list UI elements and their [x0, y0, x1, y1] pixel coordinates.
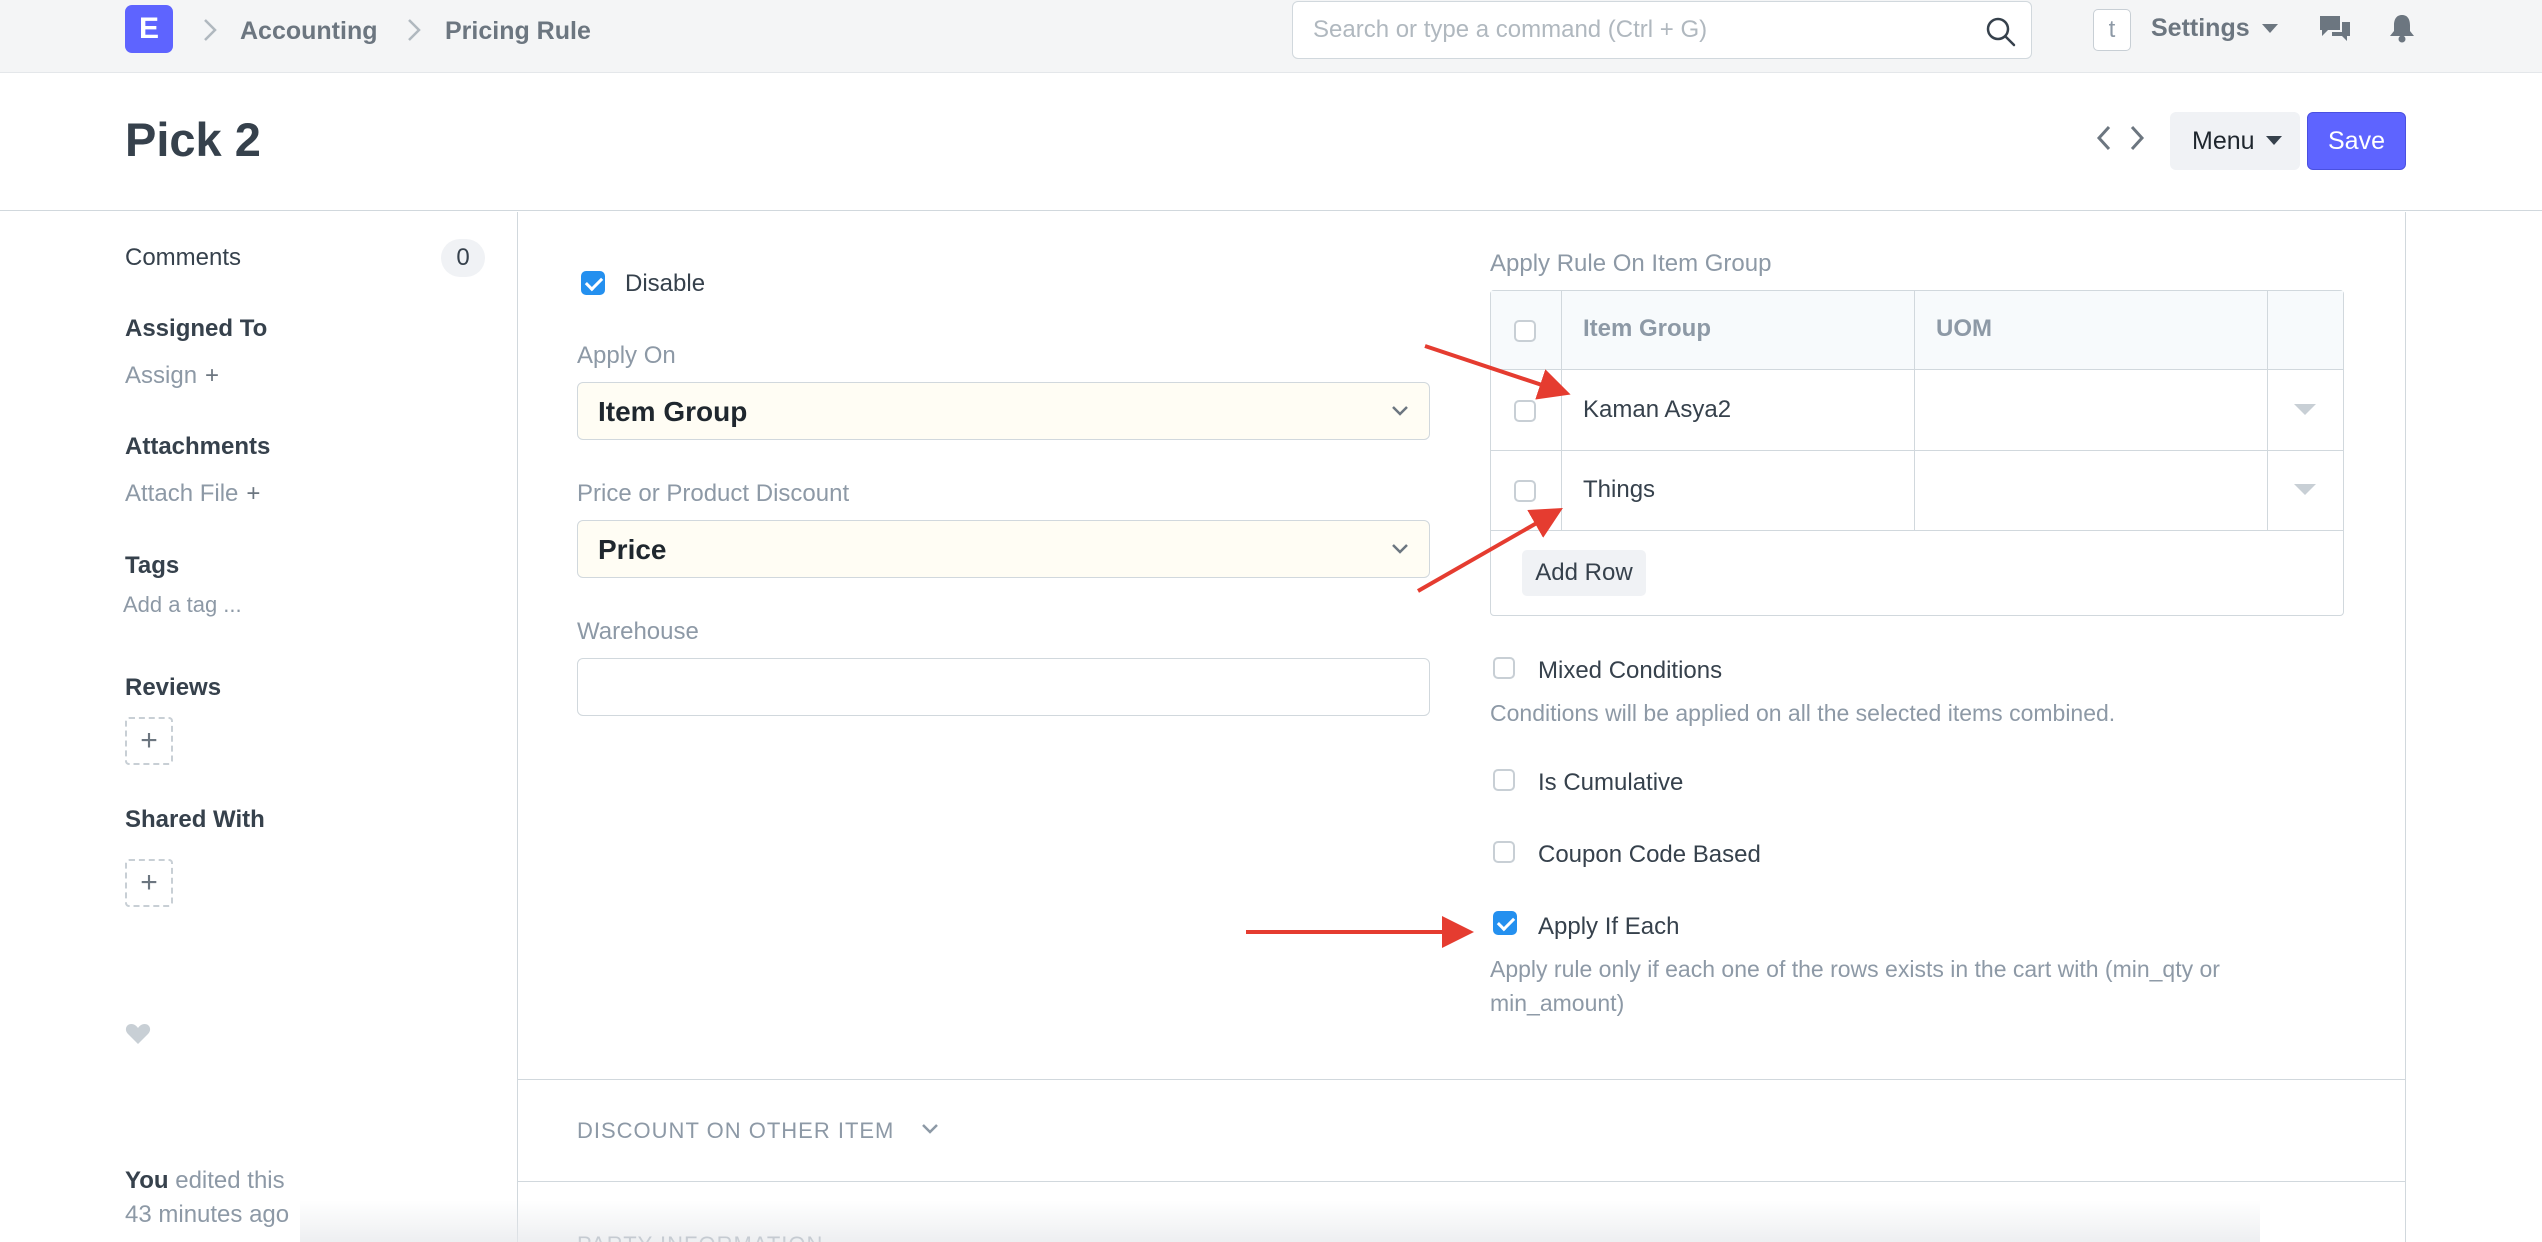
menu-button[interactable]: Menu: [2170, 112, 2300, 170]
section-party-information[interactable]: PARTY INFORMATION: [518, 1181, 2405, 1242]
table-cell-item-group[interactable]: Kaman Asya2: [1583, 396, 1731, 424]
is-cumulative-checkbox[interactable]: [1493, 769, 1515, 791]
section-title: PARTY INFORMATION: [577, 1232, 823, 1242]
coupon-code-label: Coupon Code Based: [1538, 841, 1761, 868]
apply-if-each-help-line-1: Apply rule only if each one of the rows …: [1490, 956, 2220, 982]
breadcrumb-accounting[interactable]: Accounting: [240, 16, 378, 46]
warehouse-input[interactable]: [577, 658, 1430, 716]
warehouse-label: Warehouse: [577, 618, 699, 645]
price-or-product-label: Price or Product Discount: [577, 480, 850, 507]
attach-file-label: Attach File: [125, 480, 239, 507]
attachments-heading: Attachments: [125, 433, 271, 460]
coupon-code-checkbox[interactable]: [1493, 841, 1515, 863]
modified-text: edited this: [175, 1167, 285, 1194]
user-avatar[interactable]: t: [2093, 9, 2131, 51]
select-all-checkbox[interactable]: [1514, 320, 1536, 342]
modified-user: You: [125, 1167, 169, 1194]
table-divider: [1914, 291, 1915, 530]
apply-on-select[interactable]: Item Group: [577, 382, 1430, 440]
disable-checkbox[interactable]: [581, 271, 605, 295]
mixed-conditions-checkbox[interactable]: [1493, 657, 1515, 679]
chevron-down-icon: [1392, 406, 1408, 416]
column-header-uom[interactable]: UOM: [1936, 315, 1992, 343]
navbar: E Accounting Pricing Rule t Settings: [0, 0, 2542, 73]
last-modified: You edited this 43 minutes ago: [125, 1164, 289, 1232]
table-cell-item-group[interactable]: Things: [1583, 476, 1655, 504]
caret-down-icon[interactable]: [2294, 484, 2316, 496]
row-checkbox[interactable]: [1514, 400, 1536, 422]
add-row-button[interactable]: Add Row: [1522, 550, 1646, 596]
section-discount-on-other-item[interactable]: DISCOUNT ON OTHER ITEM: [518, 1079, 2405, 1181]
plus-icon: +: [140, 866, 158, 899]
chevron-right-icon: [204, 19, 217, 41]
chat-icon[interactable]: [2318, 14, 2352, 44]
price-or-product-value: Price: [598, 534, 667, 565]
reviews-heading: Reviews: [125, 674, 222, 701]
save-button[interactable]: Save: [2307, 112, 2406, 170]
apply-if-each-label: Apply If Each: [1538, 913, 1680, 940]
chevron-left-icon[interactable]: [2095, 124, 2113, 152]
sidebar: Comments 0 Assigned To Assign + Attachmen…: [0, 212, 517, 1242]
mixed-conditions-label: Mixed Conditions: [1538, 657, 1723, 684]
search-input[interactable]: [1313, 12, 1953, 48]
assign-link-label: Assign: [125, 362, 198, 389]
form-body: Disable Apply On Item Group Price or Pro…: [517, 212, 2406, 1242]
column-header-item-group[interactable]: Item Group: [1583, 315, 1711, 343]
mixed-conditions-help: Conditions will be applied on all the se…: [1490, 700, 2116, 726]
chevron-down-icon: [1392, 544, 1408, 554]
caret-down-icon: [2266, 136, 2282, 145]
plus-icon: +: [140, 724, 158, 757]
page-head: Pick 2 Menu Save: [0, 73, 2542, 211]
apply-on-label: Apply On: [577, 342, 676, 369]
app-logo[interactable]: E: [125, 5, 173, 53]
add-share-button[interactable]: +: [125, 859, 173, 907]
item-group-table: Item Group UOM Kaman Asya2 Things Add Ro…: [1490, 290, 2344, 616]
tags-heading: Tags: [125, 552, 180, 579]
menu-button-label: Menu: [2192, 126, 2255, 155]
item-group-table-label: Apply Rule On Item Group: [1490, 250, 1772, 277]
assigned-to-heading: Assigned To: [125, 315, 268, 342]
table-divider: [1491, 450, 2343, 451]
page-title: Pick 2: [125, 113, 261, 166]
settings-dropdown[interactable]: Settings: [2151, 14, 2250, 43]
plus-icon: +: [246, 480, 261, 507]
assign-link[interactable]: Assign +: [125, 362, 219, 390]
apply-if-each-help: Apply rule only if each one of the rows …: [1490, 952, 2220, 1020]
table-divider: [1491, 530, 2343, 531]
search-icon[interactable]: [1985, 16, 2017, 48]
is-cumulative-label: Is Cumulative: [1538, 769, 1684, 796]
breadcrumb-pricing-rule[interactable]: Pricing Rule: [445, 16, 591, 46]
add-review-button[interactable]: +: [125, 717, 173, 765]
caret-down-icon[interactable]: [2294, 404, 2316, 416]
bell-icon[interactable]: [2388, 13, 2416, 43]
apply-if-each-checkbox[interactable]: [1493, 911, 1517, 935]
comments-count-badge: 0: [441, 239, 485, 277]
apply-if-each-help-line-2: min_amount): [1490, 990, 1625, 1016]
disable-label: Disable: [625, 270, 706, 297]
plus-icon: +: [205, 362, 220, 389]
search-bar: [1292, 1, 2032, 59]
chevron-down-icon: [922, 1124, 938, 1134]
modified-time: 43 minutes ago: [125, 1201, 290, 1228]
apply-on-value: Item Group: [598, 396, 748, 427]
chevron-right-icon: [408, 19, 421, 41]
price-or-product-select[interactable]: Price: [577, 520, 1430, 578]
attach-file-link[interactable]: Attach File +: [125, 480, 260, 508]
add-tag-link[interactable]: Add a tag ...: [123, 592, 242, 618]
heart-icon[interactable]: [125, 1022, 151, 1046]
section-title: DISCOUNT ON OTHER ITEM: [577, 1118, 895, 1143]
caret-down-icon[interactable]: [2262, 24, 2278, 34]
row-checkbox[interactable]: [1514, 480, 1536, 502]
table-divider: [1561, 291, 1562, 530]
chevron-right-icon[interactable]: [2128, 124, 2146, 152]
comments-label[interactable]: Comments: [125, 244, 241, 272]
table-divider: [2267, 291, 2268, 530]
shared-with-heading: Shared With: [125, 806, 265, 833]
